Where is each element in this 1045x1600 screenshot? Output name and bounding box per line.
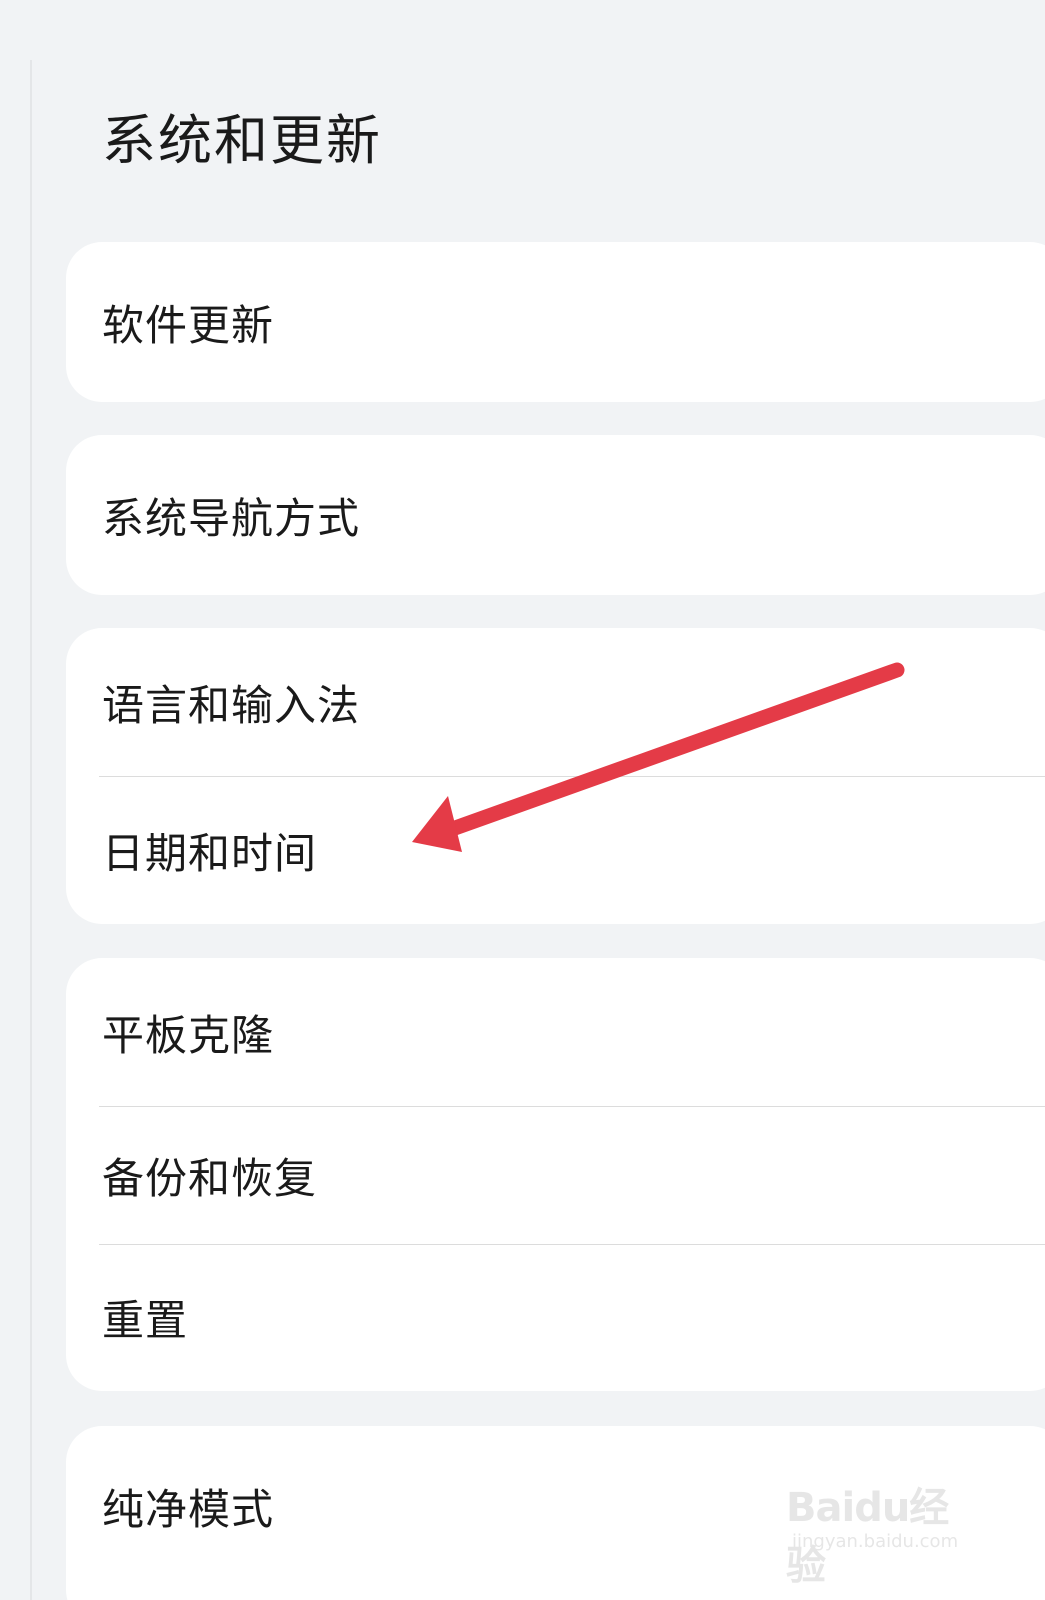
menu-item-tablet-clone[interactable]: 平板克隆: [66, 958, 1045, 1106]
menu-item-label: 语言和输入法: [102, 680, 361, 730]
page-title: 系统和更新: [102, 109, 382, 172]
menu-item-label: 日期和时间: [102, 828, 318, 878]
watermark: Baidu经验 jingyan.baidu.com: [786, 1455, 976, 1589]
settings-group-navigation: 系统导航方式: [66, 435, 1045, 595]
menu-item-label: 软件更新: [102, 300, 275, 350]
menu-item-system-navigation[interactable]: 系统导航方式: [66, 435, 1045, 595]
menu-item-backup-restore[interactable]: 备份和恢复: [66, 1106, 1045, 1244]
menu-item-label: 备份和恢复: [102, 1153, 318, 1203]
menu-item-language-input[interactable]: 语言和输入法: [66, 628, 1045, 776]
menu-item-date-time[interactable]: 日期和时间: [66, 776, 1045, 924]
watermark-url: jingyan.baidu.com: [792, 1531, 959, 1552]
settings-group-update: 软件更新: [66, 242, 1045, 402]
menu-item-label: 重置: [102, 1296, 189, 1345]
settings-group-locale: 语言和输入法 日期和时间: [66, 628, 1045, 924]
settings-page: 系统和更新 软件更新 系统导航方式 语言和输入法 日期和时间 平板克隆 备份和恢…: [0, 0, 1045, 1600]
menu-item-label: 平板克隆: [102, 1010, 275, 1060]
menu-item-reset[interactable]: 重置: [66, 1244, 1045, 1391]
menu-item-label: 纯净模式: [102, 1484, 275, 1534]
menu-item-label: 系统导航方式: [102, 493, 361, 543]
settings-group-backup: 平板克隆 备份和恢复 重置: [66, 958, 1045, 1391]
pane-divider: [30, 60, 32, 1600]
menu-item-software-update[interactable]: 软件更新: [66, 242, 1045, 402]
